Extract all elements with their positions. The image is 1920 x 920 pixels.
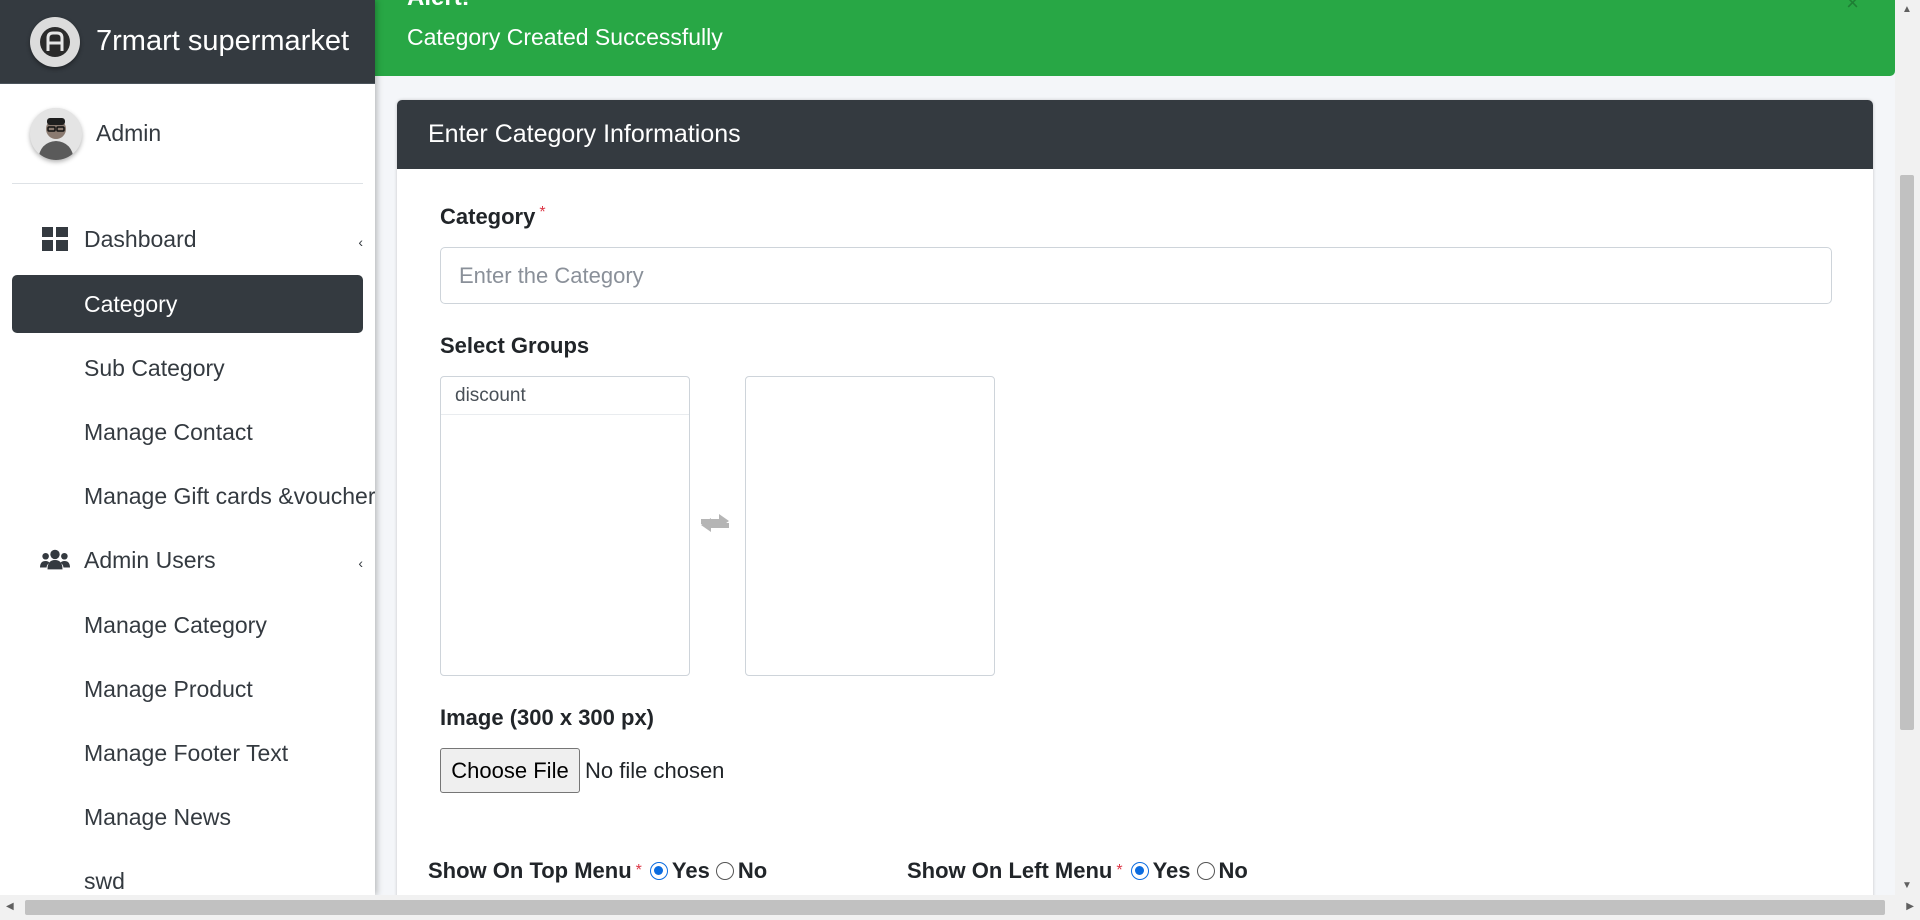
user-name: Admin [96, 120, 162, 146]
sidebar-item-label: Manage Product [84, 675, 253, 702]
caret-left-icon: ‹ [358, 555, 363, 571]
user-avatar [30, 107, 82, 160]
sidebar-item-sub-category[interactable]: Sub Category [12, 339, 363, 397]
top-menu-yes-label[interactable]: Yes [672, 858, 710, 884]
top-menu-no-label[interactable]: No [738, 858, 767, 884]
sidebar-item-label: Manage News [84, 803, 232, 830]
sidebar-item-label: Manage Contact [84, 418, 253, 445]
sidebar-item-label: Sub Category [84, 354, 225, 381]
list-item[interactable]: discount [441, 377, 689, 415]
brand-logo-icon [30, 16, 80, 67]
vertical-scroll-thumb[interactable] [1900, 175, 1914, 730]
alert-close-button[interactable]: × [1846, 0, 1859, 16]
sidebar-nav: Dashboard ‹ Category Sub Category Manage… [12, 210, 375, 895]
left-menu-yes-label[interactable]: Yes [1153, 858, 1191, 884]
sidebar-item-label: Manage Gift cards &voucher [84, 482, 375, 509]
sidebar-item-manage-category[interactable]: Manage Category [12, 596, 363, 654]
left-menu-yes-radio[interactable] [1130, 862, 1149, 880]
horizontal-scroll-thumb[interactable] [25, 900, 1885, 915]
user-panel[interactable]: Admin [12, 84, 363, 184]
sidebar-item-label: Admin Users [84, 546, 216, 573]
required-mark: * [1116, 862, 1123, 879]
sidebar-item-swd[interactable]: swd [12, 852, 363, 895]
left-menu-no-label[interactable]: No [1219, 858, 1248, 884]
selected-groups-list[interactable] [745, 376, 995, 676]
sidebar-item-manage-product[interactable]: Manage Product [12, 660, 363, 718]
category-label: Category * [440, 204, 546, 230]
sidebar: 7rmart supermarket Admin Dashboard ‹ Cat… [0, 0, 375, 895]
alert-message: Category Created Successfully [407, 24, 723, 50]
sidebar-item-dashboard[interactable]: Dashboard ‹ [12, 210, 363, 268]
choose-file-button[interactable]: Choose File [440, 748, 580, 793]
caret-left-icon: ‹ [358, 234, 363, 250]
dashboard-icon [40, 226, 70, 252]
scroll-left-icon[interactable]: ◀ [6, 901, 14, 912]
sidebar-item-label: Manage Footer Text [84, 739, 289, 766]
show-on-top-menu-group: Show On Top Menu * Yes No [428, 858, 767, 884]
category-label-text: Category [440, 204, 536, 229]
sidebar-item-label: swd [84, 867, 125, 894]
sidebar-item-manage-gift-cards[interactable]: Manage Gift cards &voucher [12, 467, 375, 525]
show-on-left-menu-group: Show On Left Menu * Yes No [907, 858, 1248, 884]
file-status: No file chosen [585, 758, 725, 783]
left-menu-no-radio[interactable] [1196, 862, 1215, 880]
card-header: Enter Category Informations [397, 100, 1873, 169]
available-groups-list[interactable]: discount [440, 376, 690, 676]
sidebar-item-manage-footer-text[interactable]: Manage Footer Text [12, 724, 363, 782]
required-mark: * [635, 862, 642, 879]
select-groups-label: Select Groups [440, 333, 590, 358]
card-title: Enter Category Informations [428, 120, 741, 148]
top-menu-no-radio[interactable] [715, 862, 734, 880]
users-icon [40, 547, 70, 573]
alert-title: Alert! [407, 0, 470, 12]
left-menu-label: Show On Left Menu [907, 858, 1113, 883]
sidebar-item-label: Dashboard [84, 225, 197, 252]
scroll-down-icon[interactable]: ▼ [1902, 880, 1912, 891]
horizontal-scrollbar[interactable]: ◀ ▶ [0, 895, 1920, 920]
success-alert: Alert! Category Created Successfully × [375, 0, 1895, 76]
sidebar-item-label: Manage Category [84, 611, 267, 638]
sidebar-item-manage-contact[interactable]: Manage Contact [12, 403, 363, 461]
top-menu-yes-radio[interactable] [649, 862, 668, 880]
sidebar-item-admin-users[interactable]: Admin Users ‹ [12, 531, 363, 589]
sidebar-item-manage-news[interactable]: Manage News [12, 788, 363, 846]
scroll-up-icon[interactable]: ▲ [1902, 4, 1912, 15]
category-input[interactable] [440, 247, 1832, 304]
top-menu-label: Show On Top Menu [428, 858, 632, 883]
vertical-scrollbar[interactable]: ▲ ▼ [1895, 0, 1920, 895]
scroll-right-icon[interactable]: ▶ [1906, 901, 1914, 912]
image-label: Image (300 x 300 px) [440, 705, 655, 730]
sidebar-item-category[interactable]: Category [12, 275, 363, 333]
swap-arrows-icon[interactable] [697, 510, 733, 536]
required-mark: * [539, 204, 546, 221]
brand-name: 7rmart supermarket [96, 25, 350, 57]
sidebar-item-label: Category [84, 290, 178, 317]
brand-link[interactable]: 7rmart supermarket [0, 0, 375, 84]
category-form-card: Enter Category Informations Category* Se… [397, 100, 1873, 920]
